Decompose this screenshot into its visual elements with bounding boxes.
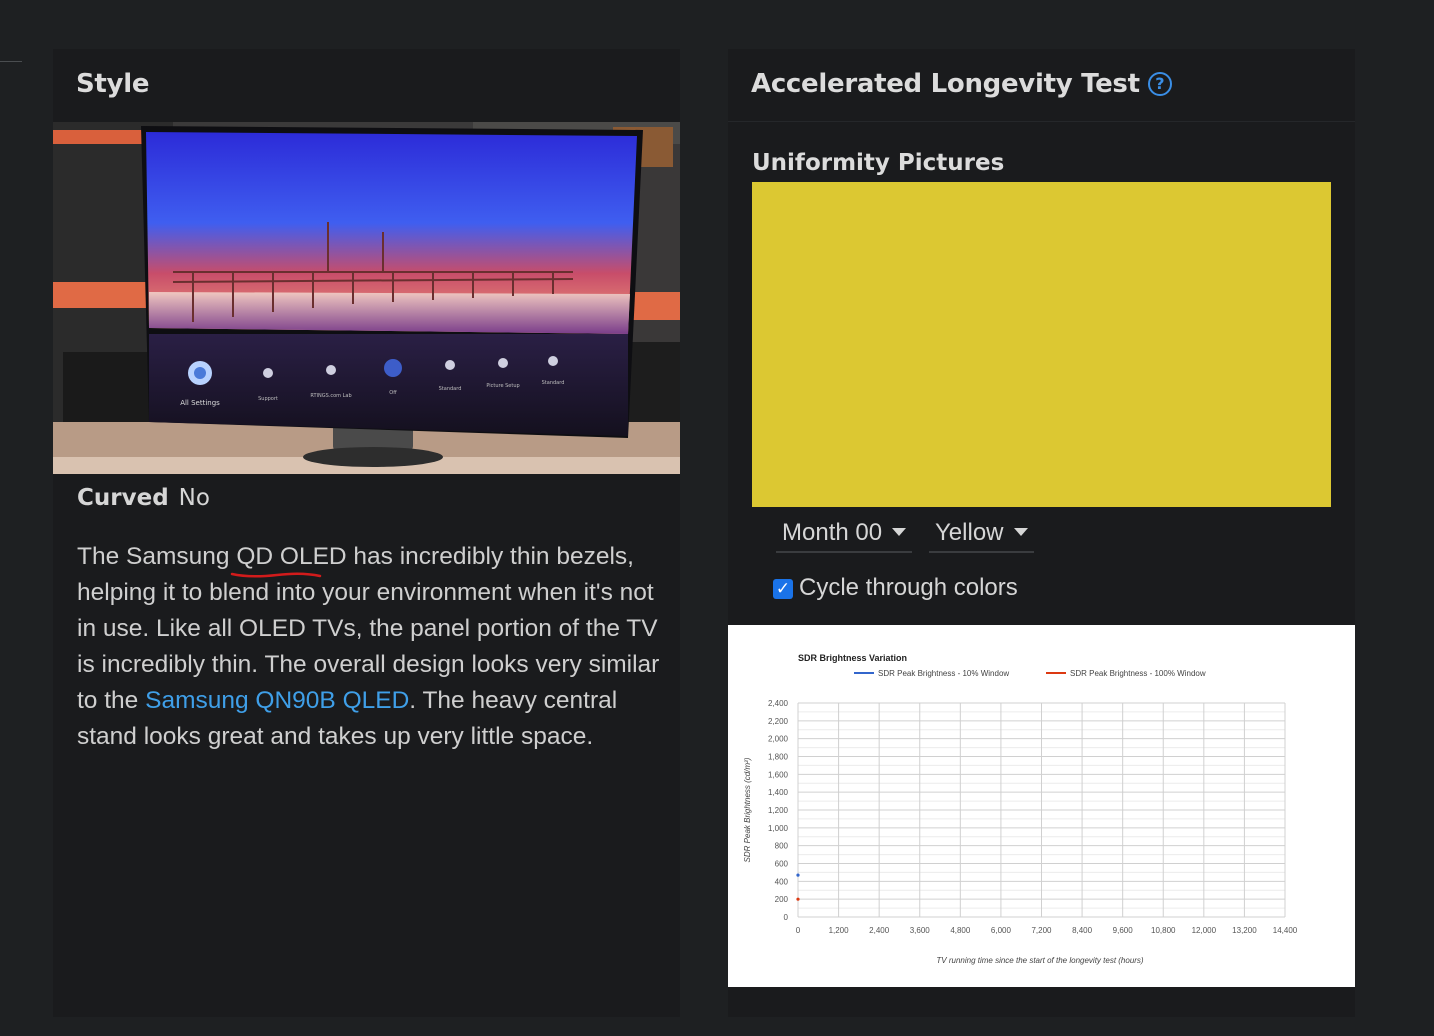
- y-tick-label: 1,400: [768, 788, 789, 797]
- qn90b-link[interactable]: Samsung QN90B QLED: [145, 687, 409, 714]
- x-tick-label: 1,200: [829, 926, 850, 935]
- y-tick-label: 800: [775, 842, 789, 851]
- desc-text-1: The Samsung: [77, 543, 237, 570]
- y-tick-label: 1,600: [768, 770, 789, 779]
- month-select[interactable]: Month 00: [776, 519, 913, 553]
- y-tick-label: 200: [775, 895, 789, 904]
- x-tick-label: 7,200: [1031, 926, 1052, 935]
- y-tick-label: 1,200: [768, 806, 789, 815]
- y-tick-label: 400: [775, 877, 789, 886]
- x-tick-label: 9,600: [1113, 926, 1134, 935]
- cycle-colors-label: Cycle through colors: [799, 574, 1018, 601]
- brightness-chart: SDR Brightness Variation SDR Peak Brightn…: [728, 625, 1355, 987]
- curved-value: No: [178, 485, 210, 511]
- month-select-value: Month 00: [782, 519, 883, 546]
- spellcheck-word: QD OLED: [231, 543, 347, 578]
- tv-menu-item: All Settings: [180, 399, 220, 407]
- y-tick-label: 600: [775, 860, 789, 869]
- spellcheck-word-text: QD OLED: [236, 543, 347, 570]
- x-tick-label: 0: [796, 926, 801, 935]
- tv-photo-illustration: All Settings Support RTINGS.com Lab Off …: [53, 122, 680, 474]
- chart-title: SDR Brightness Variation: [798, 653, 907, 663]
- legend-label: SDR Peak Brightness - 10% Window: [878, 669, 1009, 678]
- chevron-down-icon: [892, 528, 907, 536]
- tv-menu-item: Support: [258, 396, 278, 402]
- style-title: Style: [76, 69, 150, 99]
- x-tick-label: 12,000: [1192, 926, 1217, 935]
- x-tick-label: 13,200: [1232, 926, 1257, 935]
- uniformity-heading: Uniformity Pictures: [752, 150, 1005, 176]
- cycle-colors-toggle[interactable]: ✓ Cycle through colors: [773, 574, 1018, 602]
- data-point: [796, 897, 800, 901]
- data-point: [796, 873, 800, 877]
- longevity-title-text: Accelerated Longevity Test: [751, 69, 1140, 99]
- color-select[interactable]: Yellow: [929, 519, 1034, 553]
- spellcheck-underline: [231, 572, 322, 578]
- color-select-value: Yellow: [935, 519, 1004, 546]
- x-tick-label: 3,600: [910, 926, 931, 935]
- x-tick-label: 6,000: [991, 926, 1012, 935]
- style-panel: Style All Settings Support RTINGS.com La…: [53, 49, 680, 1017]
- y-tick-label: 0: [784, 913, 789, 922]
- tv-photo: All Settings Support RTINGS.com Lab Off …: [53, 122, 680, 474]
- help-icon[interactable]: ?: [1147, 72, 1172, 96]
- x-tick-label: 10,800: [1151, 926, 1176, 935]
- brightness-chart-svg: SDR Brightness Variation SDR Peak Brightn…: [743, 653, 1298, 965]
- x-tick-label: 2,400: [869, 926, 890, 935]
- y-tick-label: 1,000: [768, 824, 789, 833]
- longevity-title: Accelerated Longevity Test?: [751, 69, 1172, 99]
- edge-divider: [0, 61, 22, 62]
- tv-menu-item: Picture Setup: [486, 383, 519, 389]
- y-tick-label: 2,200: [768, 717, 789, 726]
- legend-label: SDR Peak Brightness - 100% Window: [1070, 669, 1206, 678]
- y-tick-label: 2,000: [768, 735, 789, 744]
- x-tick-label: 14,400: [1273, 926, 1298, 935]
- y-axis-label: SDR Peak Brightness (cd/m²): [743, 757, 752, 862]
- y-tick-label: 2,400: [768, 699, 789, 708]
- tv-menu-item: Standard: [439, 386, 462, 392]
- tv-menu-item: Standard: [542, 380, 565, 386]
- chevron-down-icon: [1013, 528, 1028, 536]
- x-tick-label: 8,400: [1072, 926, 1093, 935]
- curved-spec: Curved No: [77, 485, 210, 511]
- uniformity-picture: [752, 182, 1331, 507]
- longevity-panel: Accelerated Longevity Test? Uniformity P…: [728, 49, 1355, 1017]
- curved-label: Curved: [77, 485, 169, 511]
- checkbox-checked-icon[interactable]: ✓: [773, 579, 793, 599]
- tv-menu-item: RTINGS.com Lab: [310, 393, 351, 399]
- style-description: The Samsung QD OLED has incredibly thin …: [77, 539, 667, 755]
- y-tick-label: 1,800: [768, 753, 789, 762]
- title-divider: [728, 121, 1355, 122]
- x-tick-label: 4,800: [950, 926, 971, 935]
- x-axis-label: TV running time since the start of the l…: [936, 956, 1144, 965]
- tv-menu-item: Off: [389, 390, 397, 396]
